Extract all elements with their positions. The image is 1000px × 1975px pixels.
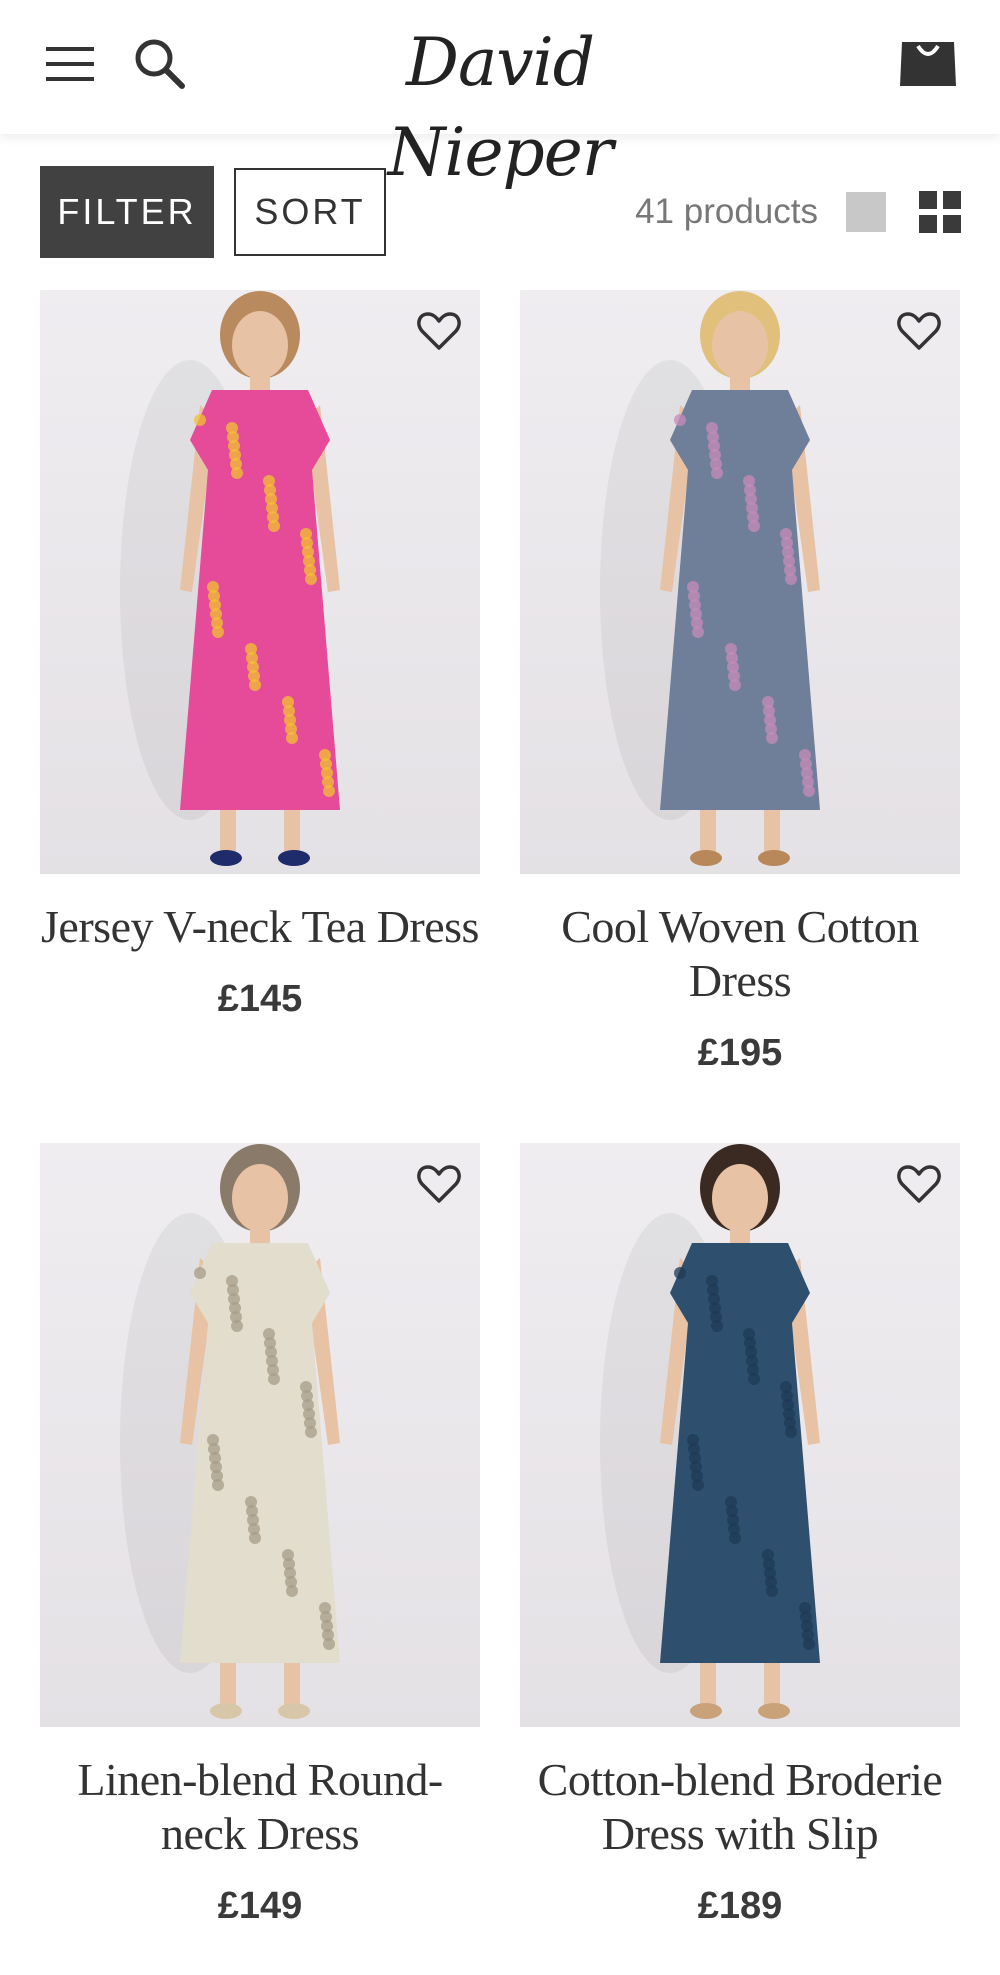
product-card[interactable]: Cool Woven Cotton Dress £195 [520, 290, 960, 1075]
dress-shape [180, 1243, 340, 1663]
model-illustration [120, 1144, 340, 1719]
shopping-bag-icon[interactable] [898, 36, 958, 88]
product-image[interactable] [520, 290, 960, 874]
product-title[interactable]: Jersey V-neck Tea Dress [40, 900, 480, 954]
dress-shape [660, 1243, 820, 1663]
product-price: £149 [217, 1885, 303, 1927]
grid-view-icon[interactable] [919, 191, 961, 233]
product-price: £145 [217, 978, 303, 1020]
grid-square [943, 191, 961, 209]
heart-icon[interactable] [896, 308, 942, 354]
heart-icon[interactable] [416, 308, 462, 354]
product-price: £189 [697, 1885, 783, 1927]
sort-button[interactable]: SORT [234, 168, 386, 256]
site-header: David Nieper [0, 0, 1000, 191]
product-title[interactable]: Linen-blend Round-neck Dress [40, 1753, 480, 1861]
filter-button[interactable]: FILTER [40, 166, 214, 258]
product-title[interactable]: Cotton-blend Broderie Dress with Slip [520, 1753, 960, 1861]
grid-square [943, 215, 961, 233]
listing-toolbar: FILTER SORT 41 products [0, 166, 1000, 258]
heart-icon[interactable] [896, 1161, 942, 1207]
product-price: £195 [697, 1032, 783, 1074]
brand-logo[interactable]: David Nieper [300, 18, 700, 191]
grid-square [919, 191, 937, 209]
model-illustration [120, 291, 340, 866]
dress-shape [180, 390, 340, 810]
hamburger-menu-icon[interactable] [46, 45, 96, 83]
dress-shape [660, 390, 820, 810]
product-image[interactable] [40, 290, 480, 874]
product-card[interactable]: Jersey V-neck Tea Dress £145 [40, 290, 480, 1021]
model-illustration [600, 291, 820, 866]
product-title[interactable]: Cool Woven Cotton Dress [520, 900, 960, 1008]
search-icon[interactable] [132, 36, 186, 90]
heart-icon[interactable] [416, 1161, 462, 1207]
product-count: 41 products [635, 192, 818, 231]
model-illustration [600, 1144, 820, 1719]
product-card[interactable]: Linen-blend Round-neck Dress £149 [40, 1143, 480, 1928]
product-image[interactable] [520, 1143, 960, 1727]
single-column-view-icon[interactable] [846, 192, 886, 232]
grid-square [919, 215, 937, 233]
product-image[interactable] [40, 1143, 480, 1727]
product-card[interactable]: Cotton-blend Broderie Dress with Slip £1… [520, 1143, 960, 1928]
